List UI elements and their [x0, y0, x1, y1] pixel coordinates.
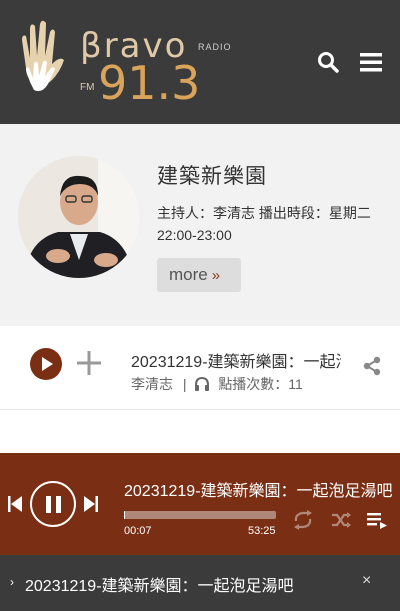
- queue-title[interactable]: 20231219-建築新樂園：一起泡足湯吧: [25, 572, 355, 596]
- chevron-right-icon[interactable]: ›: [10, 575, 14, 589]
- shuffle-icon[interactable]: [330, 509, 352, 531]
- program-title: 建築新樂園: [157, 165, 267, 188]
- double-chevron-right-icon: »: [211, 267, 221, 284]
- close-icon[interactable]: ×: [362, 572, 371, 590]
- host-avatar: [18, 156, 140, 278]
- current-time: 00:07: [124, 525, 152, 537]
- headphones-icon: [195, 377, 210, 391]
- queue-bar[interactable]: › 20231219-建築新樂園：一起泡足湯吧 ×: [0, 555, 400, 611]
- share-icon[interactable]: [362, 356, 382, 376]
- program-host-schedule: 主持人：李清志 播出時段：星期二 22:00-23:00: [157, 205, 371, 243]
- next-icon[interactable]: [84, 495, 98, 513]
- frequency-label: 91.3: [98, 56, 201, 110]
- play-icon[interactable]: [30, 348, 62, 380]
- episode-row: 20231219-建築新樂園：一起泡足湯吧 李清志 | 點播次數：11: [0, 326, 400, 410]
- duration: 53:25: [248, 525, 276, 537]
- hands-logo-icon: [22, 20, 64, 92]
- add-icon[interactable]: [76, 350, 102, 376]
- audio-player: 20231219-建築新樂園：一起泡足湯吧 00:07 53:25: [0, 453, 400, 555]
- host-photo-icon: [18, 156, 140, 278]
- site-header: βravo RADIO FM 91.3: [0, 0, 400, 124]
- repeat-icon[interactable]: [292, 509, 314, 531]
- fm-label: FM: [80, 82, 95, 93]
- meta-separator: |: [182, 376, 187, 392]
- playlist-icon[interactable]: [366, 509, 388, 531]
- radio-label: RADIO: [198, 42, 232, 52]
- now-playing-title: 20231219-建築新樂園：一起泡足湯吧: [124, 483, 393, 500]
- episode-meta: 李清志 | 點播次數：11: [131, 374, 303, 394]
- search-icon[interactable]: [316, 50, 340, 74]
- more-label: more: [169, 265, 208, 284]
- progress-bar[interactable]: [124, 511, 276, 519]
- more-button[interactable]: more»: [157, 258, 241, 292]
- play-count: 點播次數：11: [218, 376, 303, 392]
- bravo-fm-logo[interactable]: βravo RADIO FM 91.3: [14, 14, 244, 114]
- program-card: 建築新樂園 主持人：李清志 播出時段：星期二 22:00-23:00 more»: [0, 124, 400, 326]
- episode-host: 李清志: [131, 376, 173, 392]
- previous-icon[interactable]: [8, 495, 22, 513]
- episode-title[interactable]: 20231219-建築新樂園：一起泡足湯吧: [131, 348, 341, 372]
- menu-icon[interactable]: [358, 50, 384, 74]
- pause-icon[interactable]: [30, 481, 76, 527]
